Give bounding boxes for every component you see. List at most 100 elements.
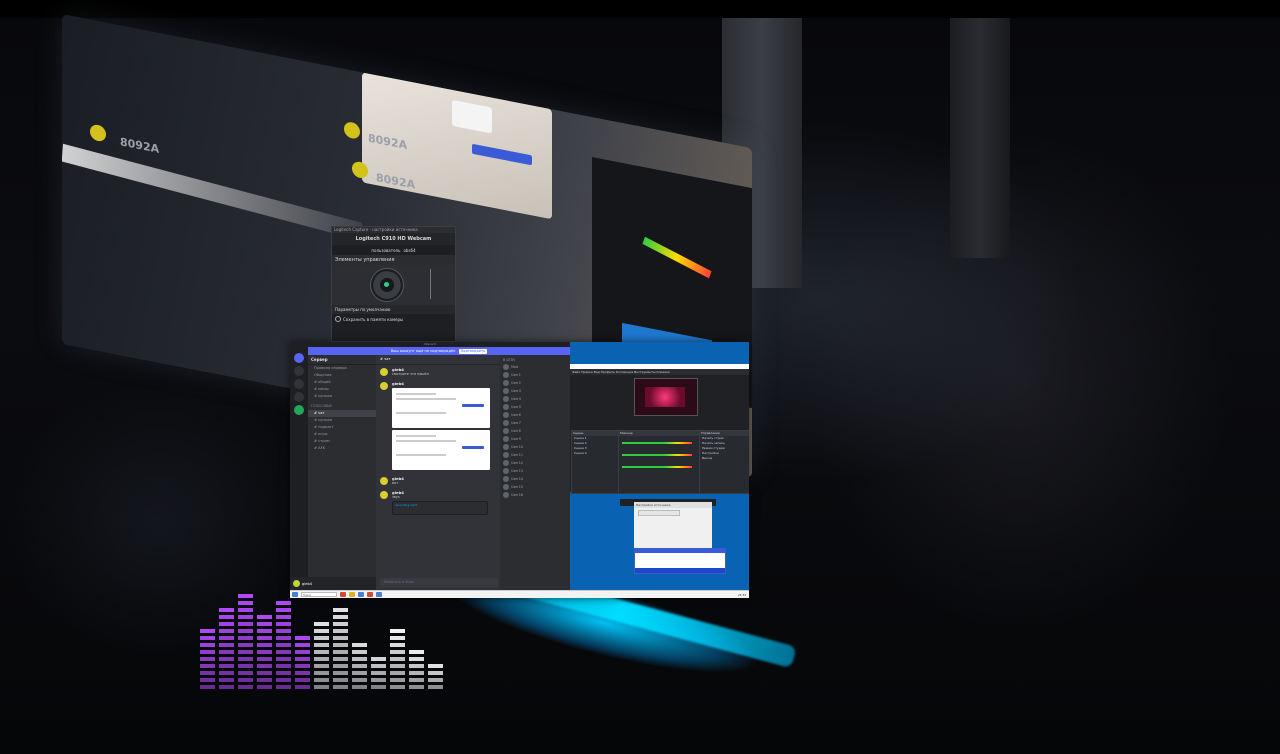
scene-item[interactable]: Сцена 4 bbox=[572, 451, 618, 456]
avatar[interactable] bbox=[503, 476, 509, 482]
channel-item[interactable]: # стрим bbox=[308, 438, 376, 445]
device-dropdown[interactable] bbox=[634, 548, 726, 574]
avatar[interactable] bbox=[380, 382, 388, 390]
avatar[interactable] bbox=[503, 436, 509, 442]
member-item[interactable]: User8 bbox=[500, 427, 570, 435]
verify-button[interactable]: Подтвердить bbox=[458, 349, 488, 354]
control-button[interactable]: Выход bbox=[700, 456, 749, 461]
avatar[interactable] bbox=[293, 580, 300, 587]
pan-tilt-pad[interactable] bbox=[332, 265, 455, 305]
member-item[interactable]: User12 bbox=[500, 459, 570, 467]
dropdown-highlight[interactable] bbox=[635, 549, 725, 553]
avatar[interactable] bbox=[503, 364, 509, 370]
start-icon[interactable] bbox=[292, 592, 298, 597]
member-item[interactable]: User14 bbox=[500, 475, 570, 483]
folder-icon[interactable] bbox=[349, 592, 355, 597]
radio-icon[interactable] bbox=[335, 316, 341, 322]
equalizer-segment bbox=[238, 622, 253, 626]
equalizer-segment bbox=[276, 664, 291, 668]
save-to-camera-option[interactable]: Сохранить в памяти камеры bbox=[332, 314, 455, 324]
avatar[interactable] bbox=[503, 492, 509, 498]
member-item[interactable]: User7 bbox=[500, 419, 570, 427]
equalizer-segment bbox=[238, 650, 253, 654]
avatar[interactable] bbox=[380, 491, 388, 499]
member-name: User5 bbox=[511, 405, 521, 409]
member-item[interactable]: User16 bbox=[500, 491, 570, 499]
taskbar-clock[interactable]: 21:34 bbox=[738, 593, 749, 597]
app-icon[interactable] bbox=[376, 592, 382, 597]
avatar[interactable] bbox=[503, 460, 509, 466]
member-item[interactable]: User6 bbox=[500, 411, 570, 419]
home-server-icon[interactable] bbox=[294, 353, 304, 363]
user-name[interactable]: obs64 bbox=[403, 248, 415, 253]
equalizer-segment bbox=[333, 657, 348, 661]
app-icon[interactable] bbox=[367, 592, 373, 597]
member-item[interactable]: User3 bbox=[500, 387, 570, 395]
member-item[interactable]: User4 bbox=[500, 395, 570, 403]
pan-tilt-center[interactable] bbox=[384, 282, 389, 287]
avatar[interactable] bbox=[503, 380, 509, 386]
dropdown-option-selected[interactable] bbox=[635, 568, 725, 573]
avatar[interactable] bbox=[503, 468, 509, 474]
channel-item[interactable]: # музыка bbox=[308, 417, 376, 424]
member-item[interactable]: User13 bbox=[500, 467, 570, 475]
equalizer-segment bbox=[295, 671, 310, 675]
channel-item[interactable]: # AFK bbox=[308, 445, 376, 452]
avatar[interactable] bbox=[503, 420, 509, 426]
avatar[interactable] bbox=[503, 404, 509, 410]
image-attachment[interactable] bbox=[392, 430, 490, 470]
audio-attachment[interactable]: recording.mp3 bbox=[392, 501, 488, 515]
settings-field[interactable] bbox=[638, 510, 680, 516]
channel-item[interactable]: # общий bbox=[308, 379, 376, 386]
equalizer-segment bbox=[257, 629, 272, 633]
avatar[interactable] bbox=[503, 412, 509, 418]
attachment-line bbox=[396, 440, 456, 442]
avatar[interactable] bbox=[503, 484, 509, 490]
avatar[interactable] bbox=[503, 372, 509, 378]
avatar[interactable] bbox=[503, 428, 509, 434]
avatar[interactable] bbox=[380, 477, 388, 485]
member-item[interactable]: Mod bbox=[500, 363, 570, 371]
defaults-row[interactable]: Параметры по умолчанию bbox=[332, 305, 455, 314]
member-item[interactable]: User2 bbox=[500, 379, 570, 387]
obs-preview[interactable] bbox=[634, 378, 698, 416]
avatar[interactable] bbox=[503, 444, 509, 450]
member-item[interactable]: User1 bbox=[500, 371, 570, 379]
preview-content bbox=[645, 387, 685, 407]
channel-category[interactable]: Голосовые bbox=[308, 403, 376, 410]
equalizer-segment bbox=[333, 664, 348, 668]
avatar[interactable] bbox=[503, 452, 509, 458]
zoom-slider[interactable] bbox=[430, 269, 441, 299]
server-icon[interactable] bbox=[294, 366, 304, 376]
message-input[interactable]: Написать в #чат bbox=[380, 578, 498, 587]
member-item[interactable]: User11 bbox=[500, 451, 570, 459]
channel-item[interactable]: # музыка bbox=[308, 393, 376, 400]
member-item[interactable]: User5 bbox=[500, 403, 570, 411]
channel-item[interactable]: # игры bbox=[308, 431, 376, 438]
channel-item-active[interactable]: # чат bbox=[308, 410, 376, 417]
taskbar-search[interactable]: Поиск bbox=[301, 592, 337, 597]
equalizer-segment bbox=[276, 685, 291, 689]
avatar[interactable] bbox=[503, 388, 509, 394]
server-icon[interactable] bbox=[294, 392, 304, 402]
member-item[interactable]: User10 bbox=[500, 443, 570, 451]
member-item[interactable]: User15 bbox=[500, 483, 570, 491]
member-category: В сети bbox=[503, 358, 515, 362]
member-item[interactable]: User9 bbox=[500, 435, 570, 443]
server-icon[interactable] bbox=[294, 379, 304, 389]
avatar[interactable] bbox=[380, 368, 388, 376]
app-icon[interactable] bbox=[358, 592, 364, 597]
channel-item[interactable]: # подкаст bbox=[308, 424, 376, 431]
channel-item[interactable]: Общение bbox=[308, 372, 376, 379]
guild-name[interactable]: Сервер bbox=[308, 355, 376, 365]
message-author[interactable]: gleb4 bbox=[392, 381, 497, 386]
add-server-icon[interactable] bbox=[294, 405, 304, 415]
avatar[interactable] bbox=[503, 396, 509, 402]
image-attachment[interactable] bbox=[392, 388, 490, 428]
channel-item[interactable]: # мемы bbox=[308, 386, 376, 393]
channel-item[interactable]: Правила сервера bbox=[308, 365, 376, 372]
equalizer-segment bbox=[200, 685, 215, 689]
member-name: User4 bbox=[511, 397, 521, 401]
app-icon[interactable] bbox=[340, 592, 346, 597]
obs-menubar[interactable]: Файл Правка Вид Профиль Коллекция Инстру… bbox=[570, 369, 749, 375]
